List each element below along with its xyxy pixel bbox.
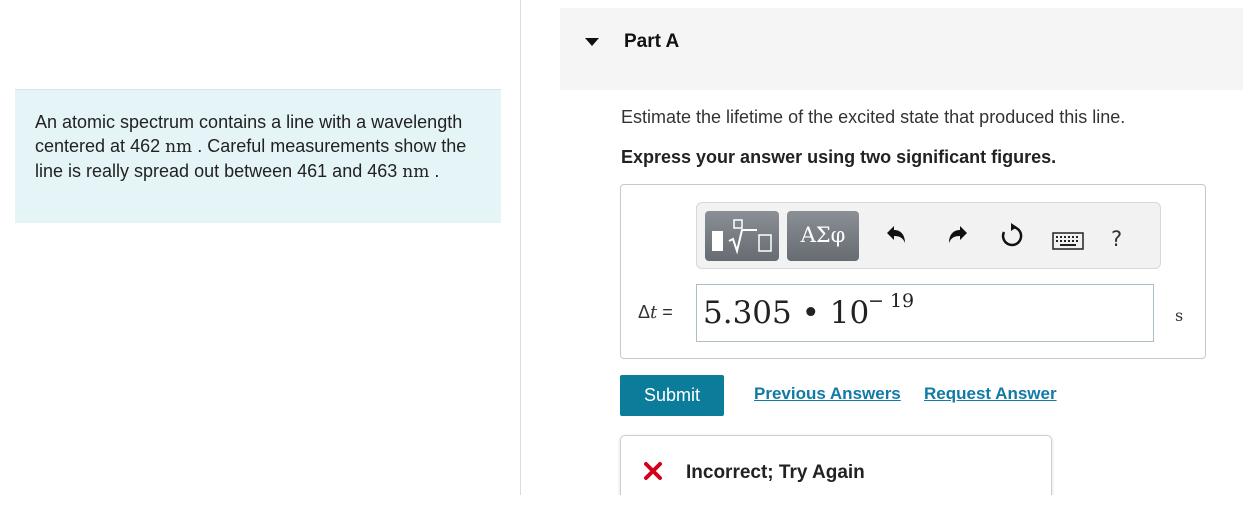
equals-sign: = (657, 302, 673, 322)
delta-symbol: Δ (638, 302, 651, 322)
answer-panel: ΑΣφ ? Δt = 5.305 • 10 − 19 s (620, 184, 1206, 359)
column-divider (520, 0, 521, 495)
keyboard-icon[interactable] (1052, 231, 1084, 251)
help-button[interactable]: ? (1111, 227, 1122, 251)
problem-unit-2: nm (402, 162, 430, 182)
part-title: Part A (624, 31, 680, 52)
problem-unit-1: nm (165, 137, 193, 157)
answer-input[interactable]: 5.305 • 10 − 19 (696, 284, 1154, 342)
math-toolbar: ΑΣφ ? (696, 202, 1161, 269)
redo-icon[interactable] (945, 223, 971, 249)
viewport-bottom-edge (0, 495, 1243, 517)
answer-variable-label: Δt = (638, 302, 673, 323)
answer-unit: s (1175, 306, 1184, 325)
symbols-label: ΑΣφ (800, 223, 846, 247)
answer-mantissa: 5.305 • 10 (703, 295, 870, 331)
problem-statement: An atomic spectrum contains a line with … (15, 89, 501, 223)
templates-button[interactable] (705, 211, 779, 261)
part-header[interactable]: Part A (560, 8, 1243, 90)
reset-icon[interactable] (999, 223, 1025, 249)
request-answer-link[interactable]: Request Answer (924, 384, 1057, 404)
problem-text-3: . (429, 161, 440, 181)
symbols-button[interactable]: ΑΣφ (787, 211, 859, 261)
question-instruction: Express your answer using two significan… (621, 147, 1057, 167)
templates-icon (712, 219, 772, 255)
question-prompt: Estimate the lifetime of the excited sta… (621, 107, 1126, 127)
submit-button[interactable]: Submit (620, 375, 724, 416)
feedback-message: Incorrect; Try Again (686, 462, 865, 483)
previous-answers-link[interactable]: Previous Answers (754, 384, 901, 404)
answer-exponent: − 19 (868, 290, 915, 312)
undo-icon[interactable] (883, 223, 909, 249)
caret-down-icon[interactable] (585, 38, 599, 46)
x-mark-icon (644, 462, 662, 480)
